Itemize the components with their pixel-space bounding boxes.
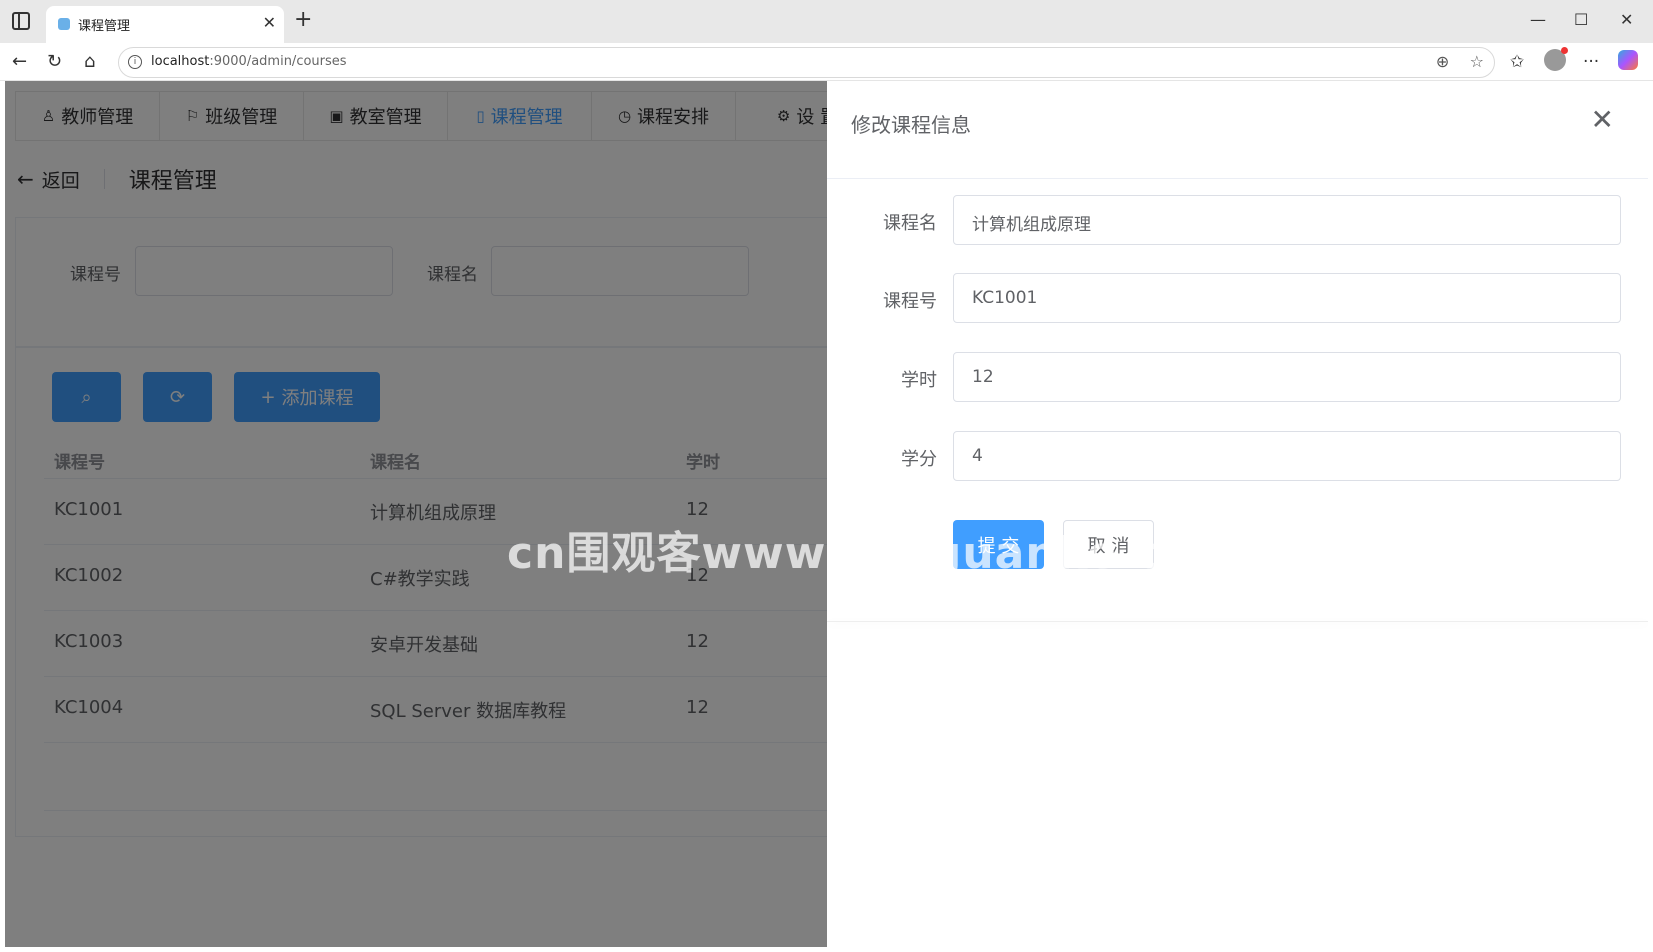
tab-close-icon[interactable]: ✕: [263, 13, 276, 32]
site-info-icon[interactable]: i: [128, 55, 142, 69]
zoom-icon[interactable]: ⊕: [1436, 52, 1449, 71]
tab-title: 课程管理: [78, 19, 131, 34]
hours-field-label: 学时: [901, 370, 937, 391]
browser-tab[interactable]: 课程管理 ✕: [46, 6, 284, 43]
maximize-icon[interactable]: ☐: [1574, 10, 1588, 29]
reload-icon[interactable]: ↻: [47, 51, 62, 72]
drawer-panel-edge: [827, 621, 1648, 622]
edit-course-drawer: 修改课程信息 ✕ 课程名 计算机组成原理 课程号 KC1001 学时 12 学分…: [827, 81, 1648, 947]
home-icon[interactable]: ⌂: [84, 51, 95, 72]
minimize-icon[interactable]: —: [1530, 10, 1546, 29]
close-icon[interactable]: ✕: [1591, 103, 1614, 136]
hours-field[interactable]: 12: [953, 352, 1621, 402]
drawer-header: 修改课程信息 ✕: [827, 81, 1648, 179]
watermark: cn围观客www.weiguanke.cn: [507, 528, 1195, 579]
favorite-star-icon[interactable]: ☆: [1470, 52, 1484, 71]
profile-avatar[interactable]: [1544, 47, 1568, 71]
browser-tab-bar: 课程管理 ✕ + — ☐ ✕: [0, 0, 1653, 43]
favorites-icon[interactable]: ✩: [1510, 52, 1524, 72]
app-viewport: ♙ 教师管理 ⚐ 班级管理 ▣ 教室管理 ▯ 课程管理 ◷ 课程安排 ⚙ 设 置: [5, 81, 1648, 947]
drawer-title: 修改课程信息: [851, 113, 971, 137]
credits-field[interactable]: 4: [953, 431, 1621, 481]
new-tab-icon[interactable]: +: [294, 9, 312, 31]
more-icon[interactable]: ···: [1583, 52, 1599, 72]
window-close-icon[interactable]: ✕: [1620, 10, 1633, 29]
back-icon[interactable]: ←: [12, 51, 27, 72]
course-no-field-label: 课程号: [883, 291, 937, 312]
address-bar: ← ↻ ⌂ i localhost:9000/admin/courses ⊕ ☆…: [0, 43, 1653, 81]
favicon-icon: [58, 18, 70, 30]
credits-field-label: 学分: [901, 449, 937, 470]
copilot-icon[interactable]: [1618, 50, 1638, 70]
course-no-field[interactable]: KC1001: [953, 273, 1621, 323]
sidebar-toggle-icon[interactable]: [12, 12, 30, 30]
course-name-field-label: 课程名: [883, 213, 937, 234]
url-field[interactable]: i localhost:9000/admin/courses ⊕ ☆: [118, 47, 1495, 78]
url-text: localhost:9000/admin/courses: [151, 54, 347, 69]
course-name-field[interactable]: 计算机组成原理: [953, 195, 1621, 245]
url-actions: ⊕ ☆: [1436, 52, 1484, 71]
